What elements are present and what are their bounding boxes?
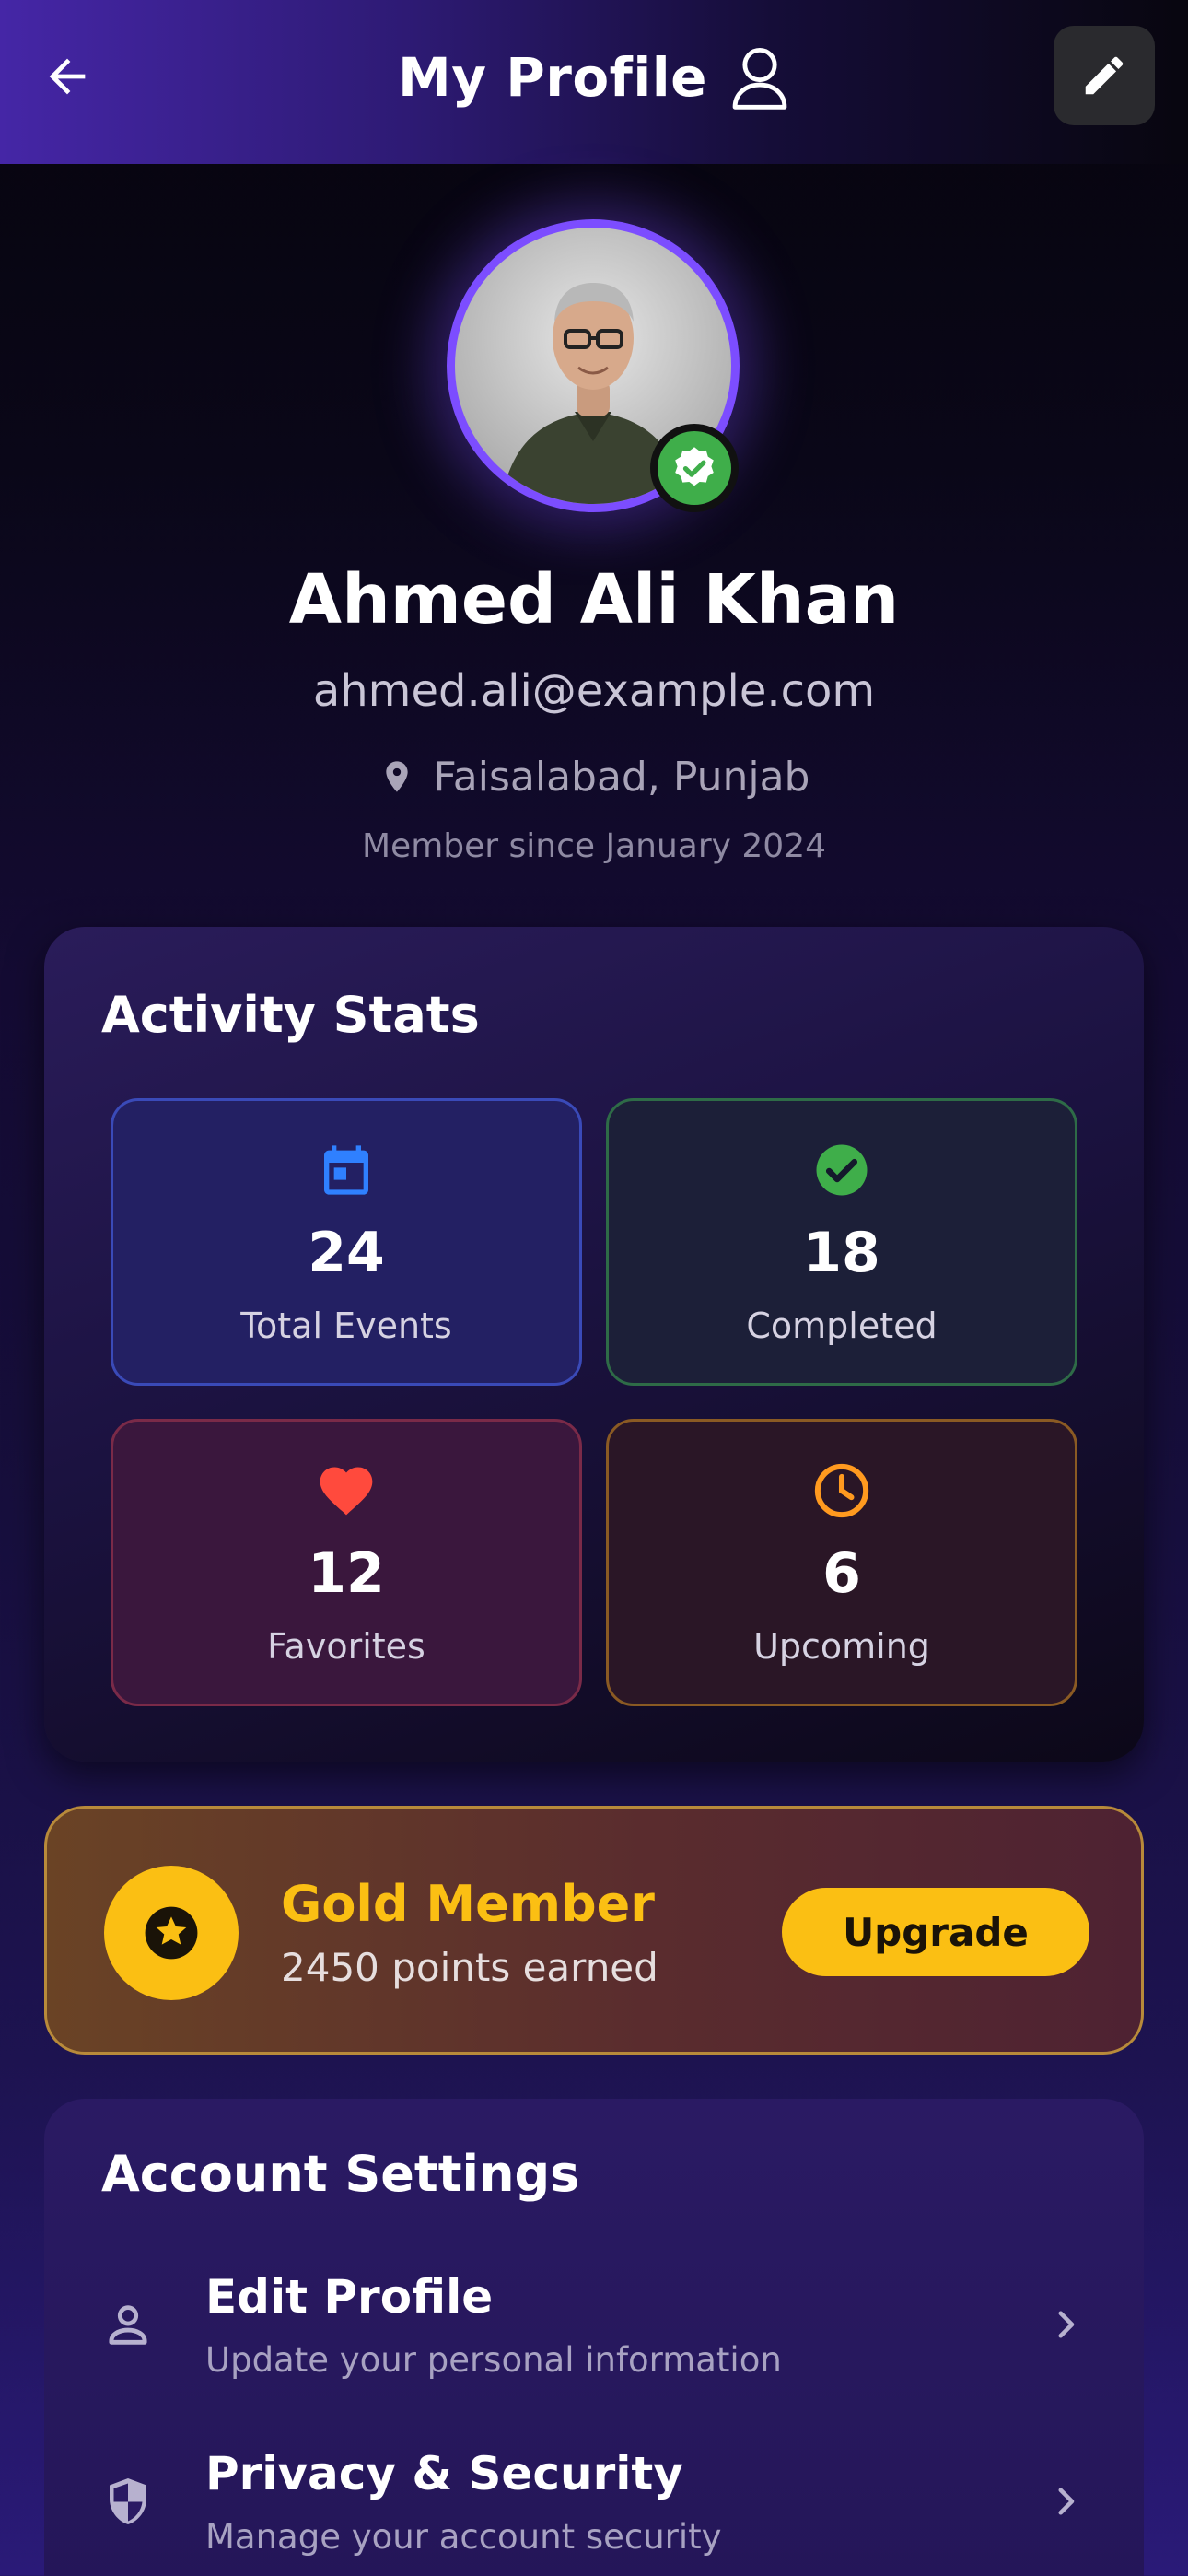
- setting-edit-profile[interactable]: Edit Profile Update your personal inform…: [44, 2255, 1144, 2394]
- heart-icon: [320, 1467, 373, 1516]
- user-email: ahmed.ali@example.com: [312, 665, 876, 717]
- stat-value: 12: [308, 1541, 385, 1606]
- membership-badge: [104, 1866, 239, 2000]
- stat-upcoming[interactable]: 6 Upcoming: [606, 1419, 1077, 1706]
- location-pin-icon: [385, 761, 408, 792]
- activity-stats-card: Activity Stats 24 Total Events 18 Comple…: [44, 927, 1144, 1762]
- setting-privacy-security[interactable]: Privacy & Security Manage your account s…: [44, 2432, 1144, 2570]
- setting-title: Privacy & Security: [205, 2447, 683, 2500]
- verified-check-icon: [675, 447, 714, 486]
- account-settings-card: Account Settings Edit Profile Update you…: [44, 2099, 1144, 2576]
- user-name: Ahmed Ali Khan: [288, 560, 900, 639]
- membership-tier: Gold Member: [281, 1875, 655, 1933]
- stat-label: Total Events: [240, 1306, 452, 1346]
- stat-favorites[interactable]: 12 Favorites: [111, 1419, 582, 1706]
- user-outline-icon: [732, 47, 787, 110]
- clock-icon: [814, 1463, 869, 1518]
- membership-points: 2450 points earned: [281, 1945, 658, 1990]
- chevron-right-icon: [1058, 2488, 1075, 2515]
- activity-stats-title: Activity Stats: [101, 986, 480, 1044]
- shield-icon: [110, 2478, 146, 2524]
- stat-label: Favorites: [267, 1626, 425, 1667]
- stat-total-events[interactable]: 24 Total Events: [111, 1098, 582, 1386]
- person-icon: [109, 2305, 147, 2345]
- setting-title: Edit Profile: [205, 2270, 494, 2324]
- upgrade-button[interactable]: Upgrade: [782, 1888, 1089, 1976]
- star-badge-icon: [145, 1906, 198, 1960]
- stat-label: Upcoming: [753, 1626, 930, 1667]
- title-group: My Profile: [0, 41, 1188, 114]
- check-circle-icon: [816, 1144, 868, 1196]
- verified-badge: [650, 424, 739, 512]
- setting-subtitle: Update your personal information: [205, 2340, 782, 2380]
- membership-card: Gold Member 2450 points earned Upgrade: [44, 1806, 1144, 2055]
- stat-value: 18: [803, 1221, 880, 1285]
- setting-subtitle: Manage your account security: [205, 2517, 722, 2557]
- chevron-right-icon: [1058, 2311, 1075, 2338]
- member-since: Member since January 2024: [361, 827, 827, 865]
- location-row: Faisalabad, Punjab: [0, 744, 1188, 809]
- stat-value: 6: [822, 1541, 861, 1606]
- edit-profile-button[interactable]: [1054, 26, 1155, 125]
- stat-completed[interactable]: 18 Completed: [606, 1098, 1077, 1386]
- calendar-icon: [324, 1145, 368, 1195]
- account-settings-title: Account Settings: [101, 2145, 580, 2203]
- page-title: My Profile: [397, 46, 707, 109]
- stat-value: 24: [308, 1221, 385, 1285]
- location-text: Faisalabad, Punjab: [433, 753, 810, 801]
- pencil-icon: [1085, 56, 1124, 95]
- top-app-bar: My Profile: [0, 0, 1188, 164]
- stat-label: Completed: [746, 1306, 938, 1346]
